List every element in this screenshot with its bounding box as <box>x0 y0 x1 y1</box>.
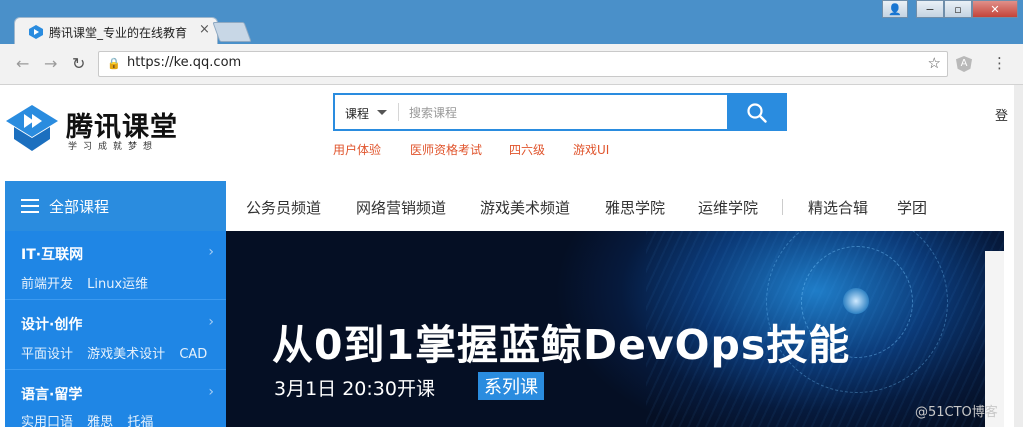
chevron-down-icon[interactable] <box>377 110 387 115</box>
browser-toolbar: ← → ↻ 🔒 https://ke.qq.com ☆ A ⋮ <box>0 44 1023 85</box>
sub-category-link[interactable]: 托福 <box>127 415 153 427</box>
nav-link[interactable]: 精选合辑 <box>808 197 868 218</box>
hero-banner[interactable]: 从0到1掌握蓝鲸DevOps技能 3月1日 20:30开课 系列课 <box>226 231 1004 427</box>
back-arrow-icon[interactable]: ← <box>16 54 29 73</box>
login-link-partial[interactable]: 登 <box>995 105 1008 124</box>
search-button[interactable] <box>727 93 787 131</box>
address-bar[interactable]: 🔒 https://ke.qq.com ☆ <box>98 51 948 77</box>
lock-icon: 🔒 <box>107 57 121 70</box>
chevron-right-icon: › <box>208 244 214 260</box>
search-input[interactable] <box>407 101 711 125</box>
maximize-button[interactable]: ▫ <box>944 0 972 18</box>
nav-link[interactable]: 学团 <box>897 197 927 218</box>
banner-badge: 系列课 <box>478 372 544 400</box>
browser-tab[interactable]: 腾讯课堂_专业的在线教育 × <box>14 17 218 45</box>
hot-keyword-link[interactable]: 医师资格考试 <box>410 141 482 158</box>
browser-titlebar: 腾讯课堂_专业的在线教育 × 👤 − ▫ ✕ <box>0 0 1023 45</box>
tab-close-icon[interactable]: × <box>199 22 210 37</box>
all-courses-label: 全部课程 <box>49 198 110 216</box>
category-design[interactable]: 设计·创作 › 平面设计 游戏美术设计 CAD <box>5 301 226 370</box>
watermark: @51CTO博客 <box>915 405 998 420</box>
tab-title: 腾讯课堂_专业的在线教育 <box>49 26 188 40</box>
category-sub-links: 实用口语 雅思 托福 <box>21 411 163 427</box>
category-it[interactable]: IT·互联网 › 前端开发 Linux运维 <box>5 231 226 300</box>
logo-slogan: 学习成就梦想 <box>68 142 159 152</box>
sub-category-link[interactable]: 实用口语 <box>21 415 73 427</box>
close-window-button[interactable]: ✕ <box>972 0 1018 18</box>
nav-divider <box>782 199 783 215</box>
sub-category-link[interactable]: 游戏美术设计 <box>87 347 165 362</box>
category-language[interactable]: 语言·留学 › 实用口语 雅思 托福 <box>5 371 226 427</box>
site-logo[interactable]: 腾讯课堂 学习成就梦想 <box>6 97 216 157</box>
all-courses-header[interactable]: 全部课程 <box>5 181 226 231</box>
profile-button[interactable]: 👤 <box>882 0 908 18</box>
sub-category-link[interactable]: 前端开发 <box>21 277 73 292</box>
minimize-button[interactable]: − <box>916 0 944 18</box>
category-title[interactable]: IT·互联网 <box>21 244 83 264</box>
chevron-right-icon: › <box>208 314 214 330</box>
nav-link[interactable]: 网络营销频道 <box>356 197 446 218</box>
nav-link[interactable]: 公务员频道 <box>246 197 321 218</box>
page-scrollbar[interactable] <box>1014 85 1023 427</box>
category-sub-links: 平面设计 游戏美术设计 CAD <box>21 343 217 362</box>
hot-keyword-link[interactable]: 游戏UI <box>573 141 609 158</box>
page-content: 腾讯课堂 学习成就梦想 课程 用户体验 医师资格考试 四六级 游戏UI 登 全部… <box>0 85 1014 427</box>
hamburger-menu-icon <box>21 199 39 213</box>
nav-link[interactable]: 游戏美术频道 <box>480 197 570 218</box>
bookmark-star-icon[interactable]: ☆ <box>928 54 941 72</box>
category-sidebar: IT·互联网 › 前端开发 Linux运维 设计·创作 › 平面设计 游戏美术设… <box>5 231 226 427</box>
search-category-select[interactable]: 课程 <box>345 105 369 122</box>
extension-icon[interactable]: A <box>956 56 972 72</box>
chevron-right-icon: › <box>208 384 214 400</box>
url-text[interactable]: https://ke.qq.com <box>127 55 241 70</box>
hot-keyword-link[interactable]: 用户体验 <box>333 141 381 158</box>
hot-keyword-link[interactable]: 四六级 <box>509 141 545 158</box>
nav-link[interactable]: 运维学院 <box>698 197 758 218</box>
browser-menu-icon[interactable]: ⋮ <box>992 54 1007 72</box>
channel-nav: 公务员频道 网络营销频道 游戏美术频道 雅思学院 运维学院 精选合辑 学团 <box>226 181 1014 231</box>
logo-mark-icon <box>6 105 58 151</box>
search-icon <box>747 103 767 123</box>
new-tab-button[interactable] <box>212 22 252 42</box>
sub-category-link[interactable]: 平面设计 <box>21 347 73 362</box>
sub-category-link[interactable]: 雅思 <box>87 415 113 427</box>
banner-headline: 从0到1掌握蓝鲸DevOps技能 <box>272 321 851 369</box>
category-title[interactable]: 设计·创作 <box>21 314 82 334</box>
banner-date: 3月1日 20:30开课 <box>274 378 435 400</box>
forward-arrow-icon[interactable]: → <box>44 54 57 73</box>
nav-link[interactable]: 雅思学院 <box>605 197 665 218</box>
tencent-classroom-favicon-icon <box>29 25 43 39</box>
category-title[interactable]: 语言·留学 <box>21 384 82 404</box>
search-box: 课程 <box>333 93 787 131</box>
sub-category-link[interactable]: CAD <box>179 347 207 362</box>
reload-icon[interactable]: ↻ <box>72 54 85 73</box>
search-divider <box>398 103 399 121</box>
sub-category-link[interactable]: Linux运维 <box>87 277 148 292</box>
category-sub-links: 前端开发 Linux运维 <box>21 273 158 292</box>
